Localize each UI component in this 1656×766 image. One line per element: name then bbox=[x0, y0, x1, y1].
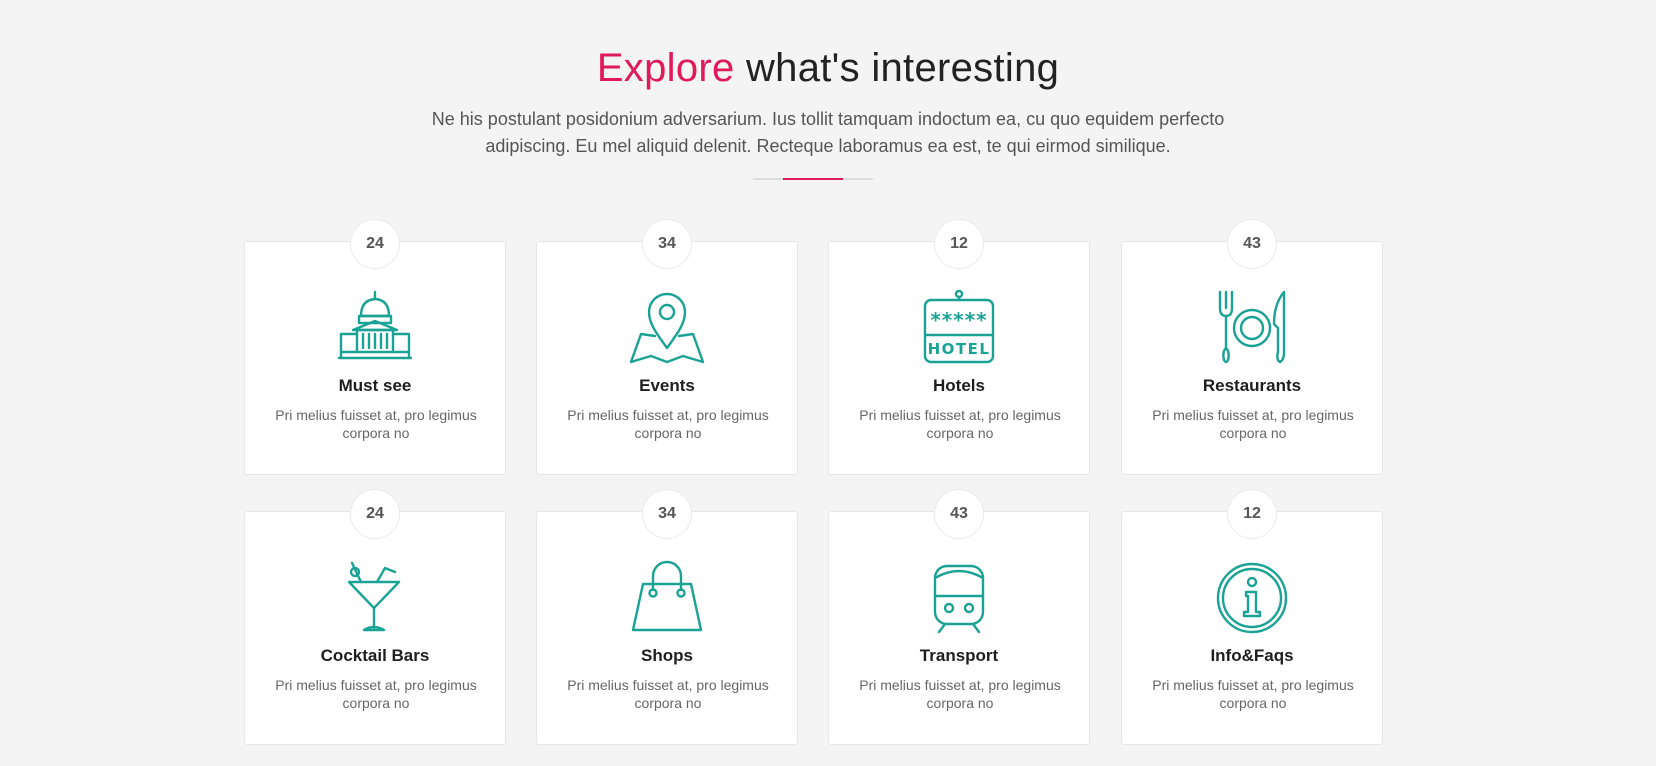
title-accent: Explore bbox=[596, 46, 735, 90]
card-restaurants[interactable]: 43 Restaurants Pri melius fuisset at, pr… bbox=[1121, 219, 1383, 475]
divider-accent-bar bbox=[783, 178, 843, 180]
card-description: Pri melius fuisset at, pro legimus corpo… bbox=[859, 677, 1061, 711]
title-divider bbox=[753, 178, 873, 180]
hotel-sign-icon: ***** HOTEL bbox=[921, 290, 997, 366]
card-description: Pri melius fuisset at, pro legimus corpo… bbox=[275, 677, 477, 711]
card-description: Pri melius fuisset at, pro legimus corpo… bbox=[1152, 677, 1354, 711]
card-description: Pri melius fuisset at, pro legimus corpo… bbox=[567, 677, 769, 711]
card-title: Cocktail Bars bbox=[320, 646, 430, 665]
section-subtitle: Ne his postulant posidonium adversarium.… bbox=[431, 109, 1225, 156]
count-badge: 12 bbox=[934, 219, 984, 269]
section-title: Explore what's interesting bbox=[0, 40, 1656, 96]
card-hotels[interactable]: 12 ***** HOTEL Hotels Pri melius fuisset… bbox=[828, 219, 1090, 475]
map-pin-icon bbox=[629, 290, 705, 366]
card-cocktail-bars[interactable]: 24 Cocktail Bars Pri melius fuisset at, … bbox=[244, 489, 506, 745]
svg-text:*****: ***** bbox=[930, 308, 987, 332]
shopping-bag-icon bbox=[629, 560, 705, 636]
count-badge: 43 bbox=[1227, 219, 1277, 269]
card-events[interactable]: 34 Events Pri melius fuisset at, pro leg… bbox=[536, 219, 798, 475]
count-badge: 24 bbox=[350, 219, 400, 269]
card-description: Pri melius fuisset at, pro legimus corpo… bbox=[275, 407, 477, 441]
card-title: Transport bbox=[919, 646, 999, 665]
cutlery-icon bbox=[1214, 290, 1290, 366]
count-badge: 24 bbox=[350, 489, 400, 539]
count-badge: 12 bbox=[1227, 489, 1277, 539]
cocktail-icon bbox=[337, 560, 413, 636]
count-badge: 34 bbox=[642, 219, 692, 269]
card-title: Events bbox=[639, 376, 695, 395]
count-badge: 34 bbox=[642, 489, 692, 539]
svg-text:HOTEL: HOTEL bbox=[928, 340, 991, 358]
card-description: Pri melius fuisset at, pro legimus corpo… bbox=[1152, 407, 1354, 441]
card-info-faqs[interactable]: 12 Info&Faqs Pri melius fuisset at, pro … bbox=[1121, 489, 1383, 745]
card-must-see[interactable]: 24 Must see Pri melius fuisset at, pro l… bbox=[244, 219, 506, 475]
title-rest: what's interesting bbox=[734, 46, 1060, 90]
card-title: Must see bbox=[338, 376, 412, 395]
card-title: Restaurants bbox=[1202, 376, 1302, 395]
count-badge: 43 bbox=[934, 489, 984, 539]
train-icon bbox=[921, 560, 997, 636]
info-icon bbox=[1214, 560, 1290, 636]
card-title: Shops bbox=[641, 646, 693, 665]
section-header: Explore what's interesting Ne his postul… bbox=[0, 40, 1656, 160]
card-description: Pri melius fuisset at, pro legimus corpo… bbox=[859, 407, 1061, 441]
card-description: Pri melius fuisset at, pro legimus corpo… bbox=[567, 407, 769, 441]
card-transport[interactable]: 43 Transport Pri melius fuisset at, pro … bbox=[828, 489, 1090, 745]
card-title: Hotels bbox=[933, 376, 985, 395]
monument-icon bbox=[337, 290, 413, 366]
card-shops[interactable]: 34 Shops Pri melius fuisset at, pro legi… bbox=[536, 489, 798, 745]
card-title: Info&Faqs bbox=[1210, 646, 1294, 665]
